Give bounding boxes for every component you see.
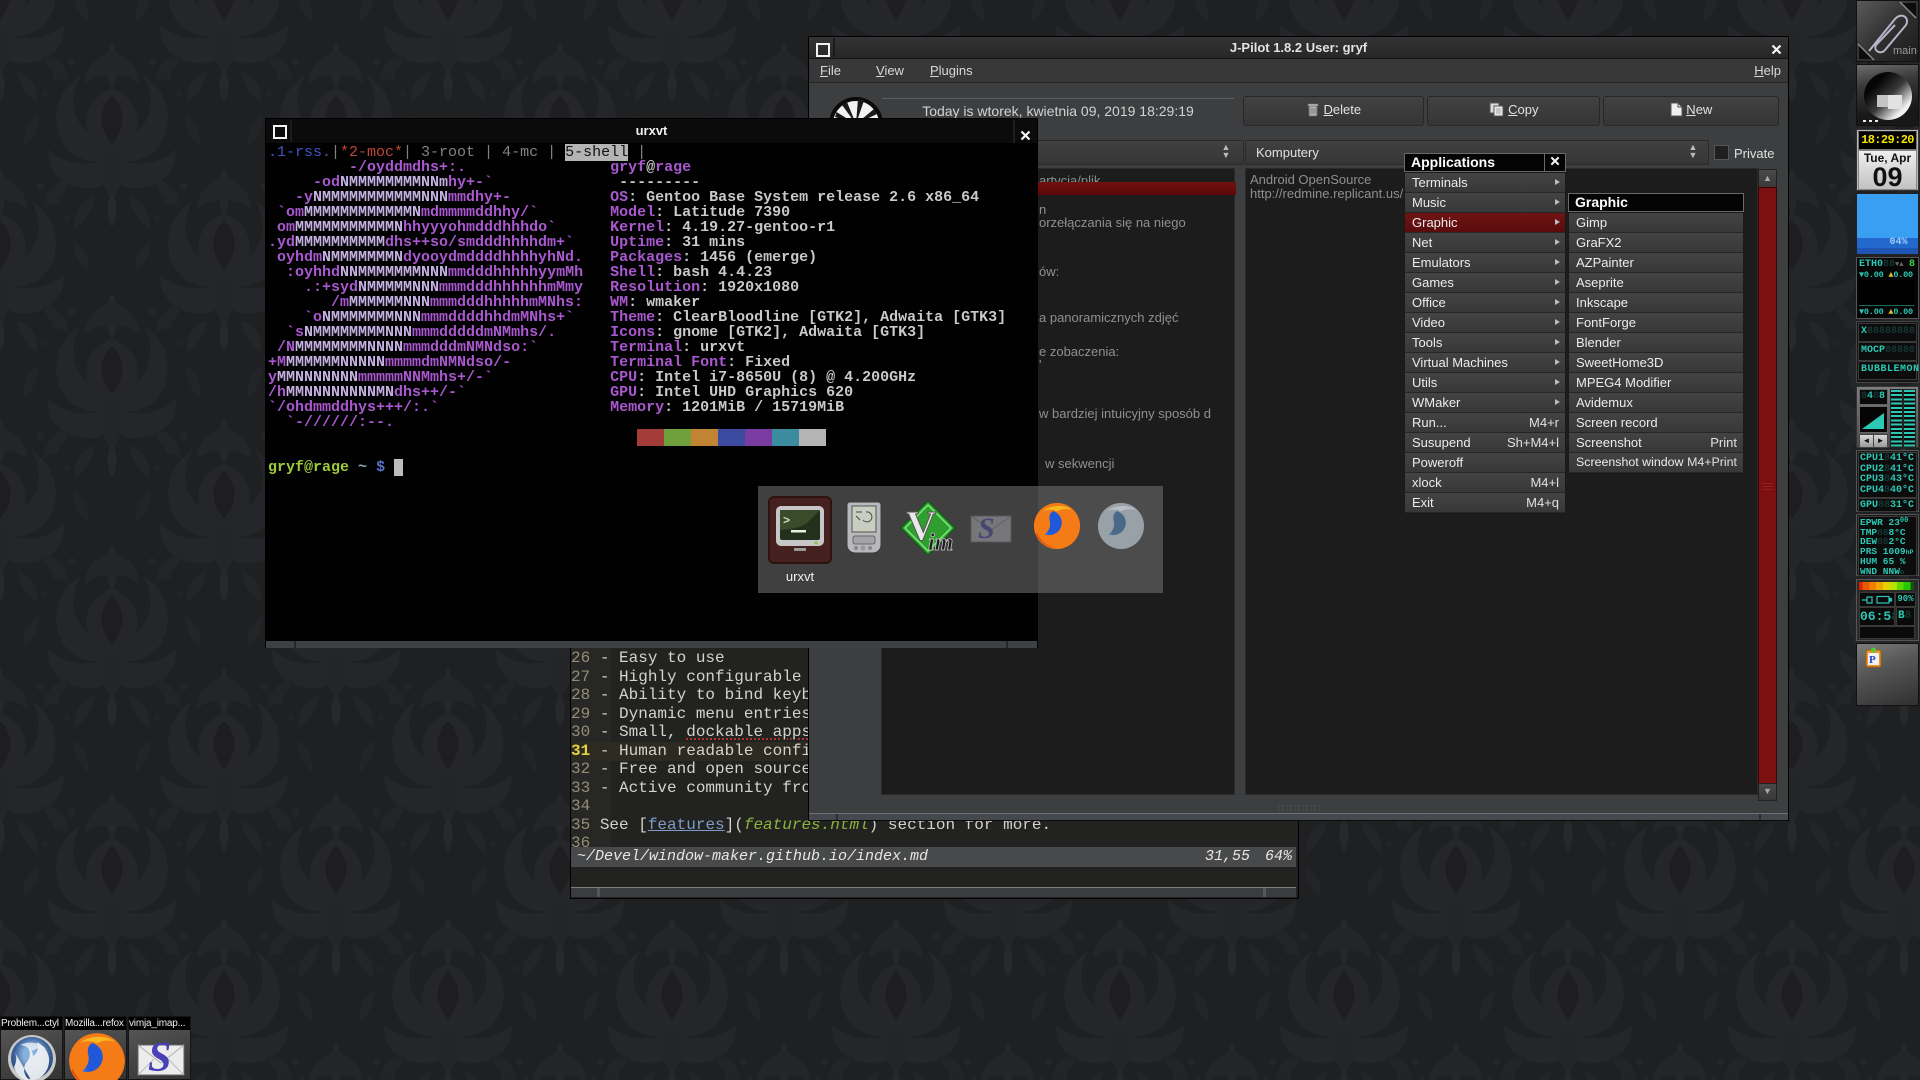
svg-text:P: P: [1869, 654, 1876, 666]
svg-text:>: >: [783, 514, 790, 528]
svg-text:main: main: [1893, 45, 1917, 57]
svg-text:S: S: [148, 1037, 171, 1079]
svg-text:im: im: [928, 530, 953, 556]
svg-text:S: S: [978, 512, 995, 544]
